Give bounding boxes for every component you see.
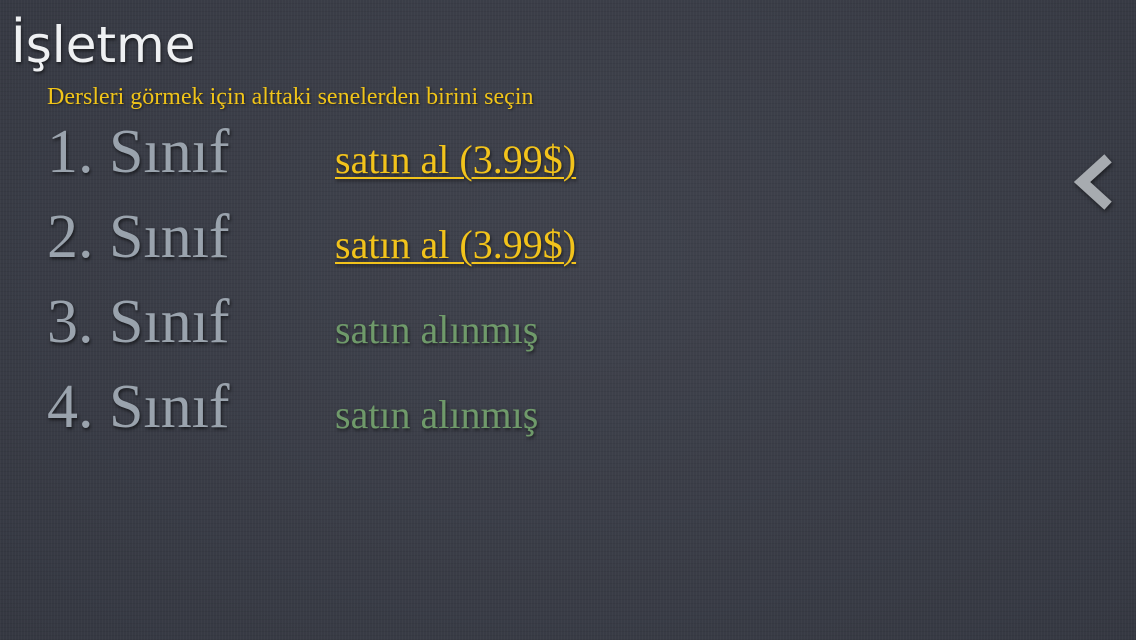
grade-row-3[interactable]: 3. Sınıf satın alınmış [0,285,800,370]
grade-label[interactable]: 4. Sınıf [47,372,230,442]
instruction-text: Dersleri görmek için alttaki senelerden … [47,84,534,110]
purchased-status: satın alınmış [335,307,539,352]
grade-list: 1. Sınıf satın al (3.99$) 2. Sınıf satın… [0,115,800,455]
buy-link[interactable]: satın al (3.99$) [335,135,576,185]
page-title: İşletme [11,16,196,74]
purchased-status: satın alınmış [335,392,539,437]
grade-row-2[interactable]: 2. Sınıf satın al (3.99$) [0,200,800,285]
grade-label[interactable]: 2. Sınıf [47,202,230,272]
grade-row-4[interactable]: 4. Sınıf satın alınmış [0,370,800,455]
chevron-left-icon [1073,154,1112,210]
grade-row-1[interactable]: 1. Sınıf satın al (3.99$) [0,115,800,200]
grade-label[interactable]: 1. Sınıf [47,117,230,187]
grade-label[interactable]: 3. Sınıf [47,287,230,357]
buy-link[interactable]: satın al (3.99$) [335,220,576,270]
back-button[interactable] [1068,150,1120,214]
